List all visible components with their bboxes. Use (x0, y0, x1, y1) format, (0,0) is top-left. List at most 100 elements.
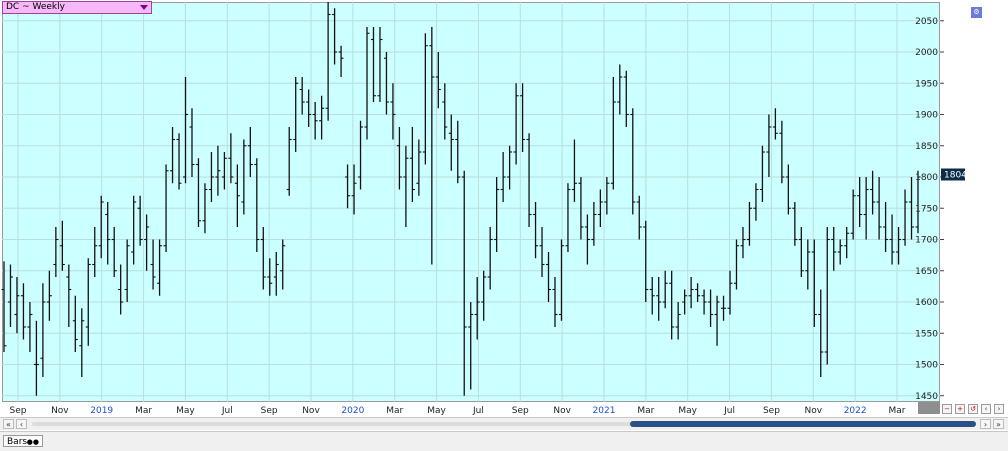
ohlc-bar (481, 270, 487, 321)
ohlc-bar (260, 227, 266, 290)
y-tick-label: 1450 (915, 392, 938, 402)
ohlc-bar (221, 152, 227, 190)
y-tick-label: 1550 (915, 329, 938, 339)
ohlc-bar (883, 202, 889, 252)
ohlc-bar (40, 283, 46, 377)
ohlc-bar (299, 77, 305, 115)
ohlc-bar (461, 170, 467, 396)
ohlc-bar (254, 158, 260, 252)
ohlc-bar (111, 227, 117, 277)
y-tick-label: 1900 (915, 111, 938, 121)
toggle-icon[interactable]: ●● (27, 439, 39, 446)
ohlc-bar (27, 302, 33, 352)
ohlc-bar (455, 120, 461, 184)
axis-corner-block (918, 402, 940, 414)
ohlc-bar (215, 145, 221, 196)
ohlc-bar (507, 145, 513, 190)
scroll-left-icon[interactable]: ‹ (981, 404, 991, 414)
scroll-back-icon[interactable]: ‹ (16, 419, 27, 429)
y-tick-label: 1850 (915, 142, 938, 152)
x-tick-label: 2019 (90, 406, 113, 416)
ohlc-bar (494, 177, 500, 252)
ohlc-bar (144, 214, 150, 271)
ohlc-bar (708, 289, 714, 327)
ohlc-bar (396, 127, 402, 190)
bars-tab[interactable]: Bars ●● (3, 435, 43, 447)
ohlc-bar (857, 177, 863, 227)
scroll-forward-icon[interactable]: › (980, 419, 991, 429)
ohlc-bar (558, 239, 564, 321)
ohlc-bar (565, 183, 571, 252)
ohlc-bar (520, 83, 526, 152)
y-tick-label: 1700 (915, 236, 938, 246)
ohlc-bar (779, 120, 785, 184)
ohlc-bar (902, 189, 908, 246)
ohlc-chart: 1450 1500 1550 1600 1650 1700 1750 1800 1850 1900… (1, 2, 967, 416)
ohlc-bar (487, 227, 493, 290)
ohlc-bar (195, 158, 201, 227)
y-tick-label: 1950 (915, 79, 938, 89)
ohlc-bar (649, 277, 655, 315)
ohlc-bar (183, 77, 189, 184)
ohlc-bar (695, 283, 701, 302)
ohlc-bar (714, 295, 720, 346)
ohlc-bar (20, 283, 26, 340)
x-tick-label: May (427, 406, 446, 416)
last-price-label: 1804 (944, 171, 967, 181)
x-tick-label: Mar (386, 406, 403, 416)
ohlc-bar (617, 64, 623, 115)
zoom-in-icon[interactable]: + (955, 404, 965, 414)
y-tick-label: 1750 (915, 204, 938, 214)
ohlc-bar (306, 89, 312, 127)
ohlc-bar (727, 270, 733, 315)
ohlc-bar (157, 239, 163, 296)
ohlc-bar (571, 139, 577, 202)
ohlc-bar (688, 277, 694, 309)
reset-zoom-icon[interactable]: ↺ (968, 404, 978, 414)
ohlc-bar (805, 239, 811, 290)
ohlc-bar (273, 252, 279, 296)
navigation-bar: « ‹ › » (0, 417, 1008, 430)
x-tick-label: May (176, 406, 195, 416)
y-tick-label: 1650 (915, 267, 938, 277)
ohlc-bar (837, 239, 843, 265)
scroll-end-icon[interactable]: » (993, 419, 1004, 429)
y-tick-label: 2000 (915, 48, 938, 58)
x-tick-label: 2021 (593, 406, 616, 416)
ohlc-bar (526, 133, 532, 227)
ohlc-bar (377, 27, 383, 102)
x-tick-label: Jul (723, 406, 735, 416)
x-tick-label: 2020 (341, 406, 364, 416)
symbol-dropdown[interactable]: DC ~ Weekly (2, 1, 152, 14)
ohlc-bar (798, 227, 804, 277)
ohlc-bar (105, 202, 111, 265)
x-tick-label: Mar (135, 406, 152, 416)
scroll-start-icon[interactable]: « (3, 419, 14, 429)
zoom-out-icon[interactable]: − (942, 404, 952, 414)
ohlc-bar (662, 270, 668, 309)
ohlc-bar (811, 239, 817, 327)
ohlc-bar (72, 295, 78, 352)
scroll-right-icon[interactable]: › (994, 404, 1004, 414)
ohlc-bar (189, 108, 195, 177)
ohlc-bar (98, 195, 104, 259)
ohlc-bar (267, 258, 273, 296)
ohlc-bar (53, 227, 59, 277)
chevron-down-icon[interactable] (140, 5, 148, 10)
ohlc-bar (7, 264, 13, 327)
x-tick-label: Sep (512, 406, 529, 416)
ohlc-bar (675, 302, 681, 340)
ohlc-bar (338, 45, 344, 77)
scroll-thumb[interactable] (630, 421, 976, 427)
ohlc-bar (118, 264, 124, 315)
ohlc-bar (92, 227, 98, 277)
ohlc-bar (176, 133, 182, 190)
y-axis: 1450 1500 1550 1600 1650 1700 1750 1800 1850 1900… (915, 17, 944, 402)
y-tick-label: 2050 (915, 17, 938, 27)
ohlc-bar (79, 308, 85, 377)
ohlc-bar (740, 227, 746, 259)
ohlc-bar (623, 70, 629, 127)
chart-settings-icon[interactable]: ⚙ (971, 7, 982, 18)
status-bar: Bars ●● (0, 431, 1008, 451)
ohlc-bar (345, 164, 351, 209)
